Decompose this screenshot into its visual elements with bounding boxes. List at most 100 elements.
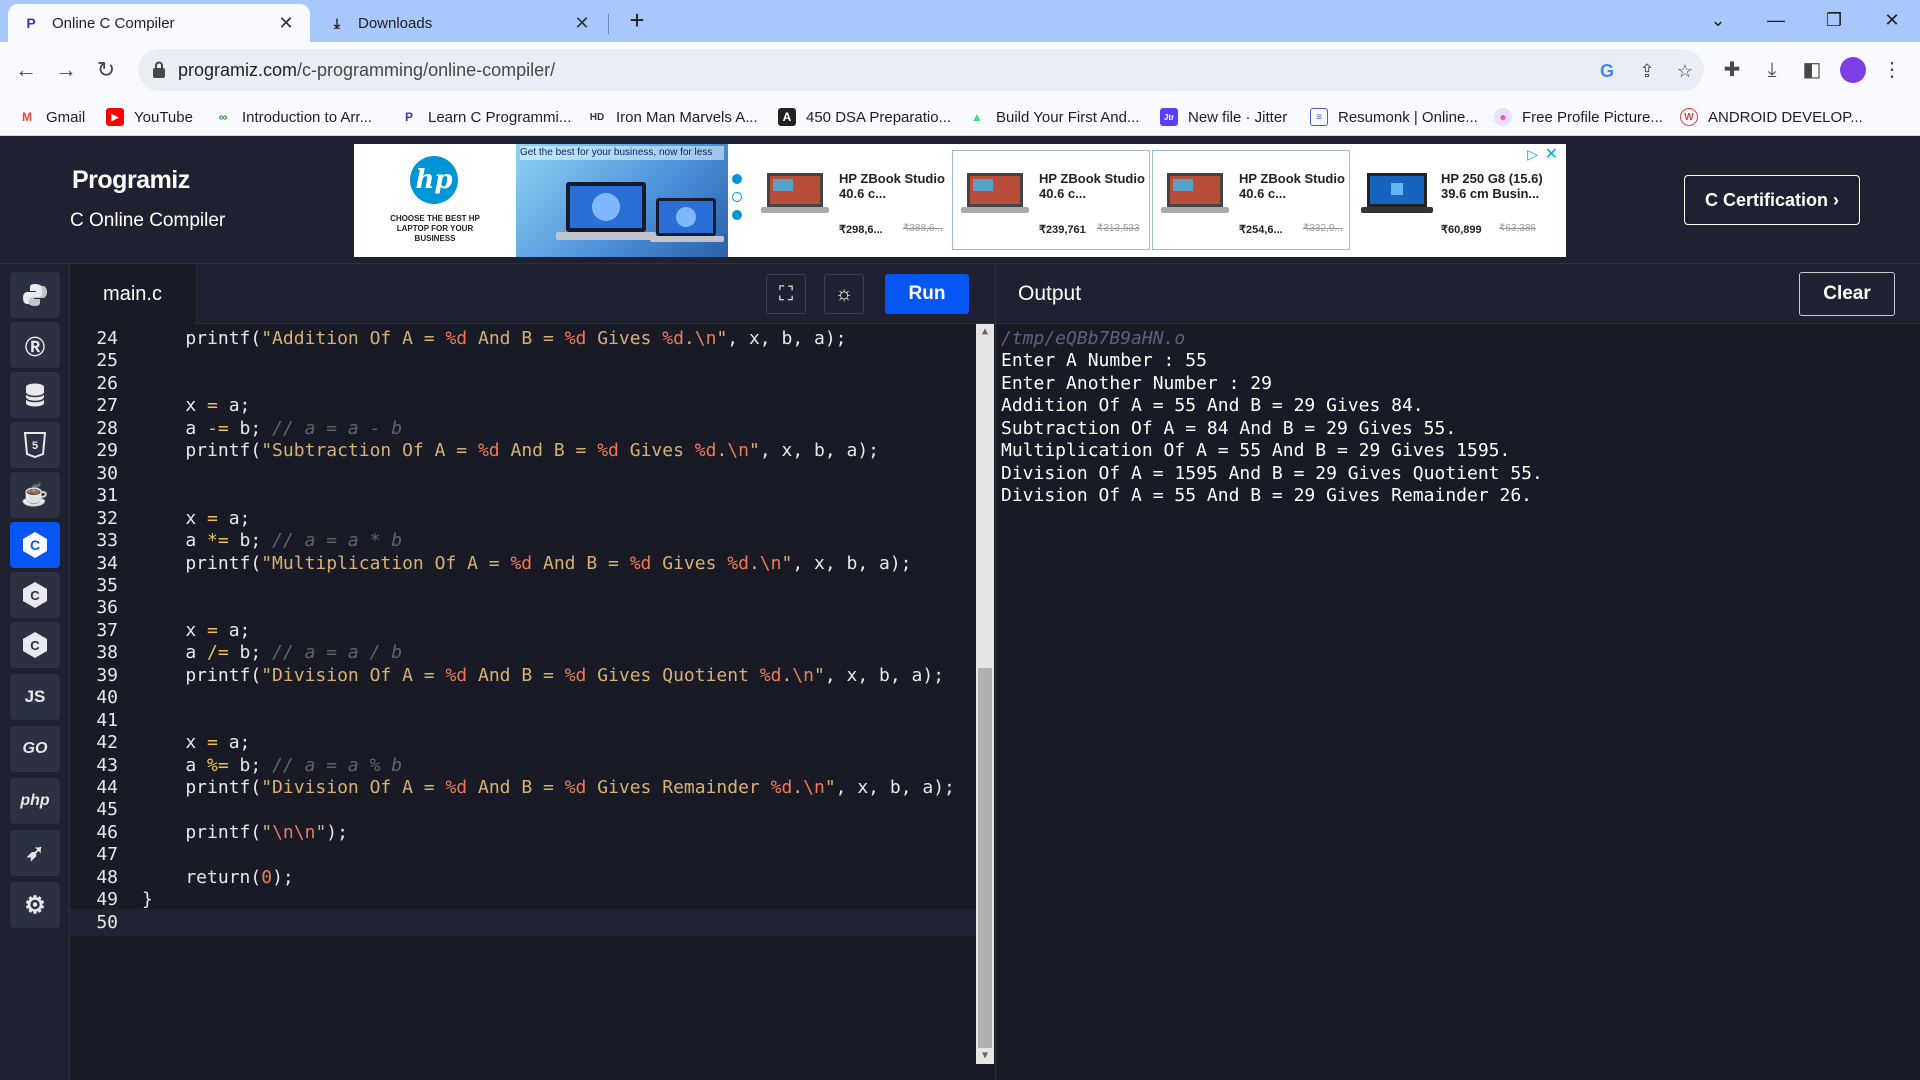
bookmark-label: 450 DSA Preparatio... bbox=[806, 108, 952, 126]
ad-product-card[interactable]: HP ZBook Studio 40.6 c... ₹254,6... ₹332… bbox=[1152, 150, 1350, 250]
gfg-icon: ∞ bbox=[218, 110, 228, 124]
extensions-icon[interactable]: ✚ bbox=[1716, 54, 1748, 86]
close-ad-icon[interactable]: ✕ bbox=[1545, 144, 1558, 164]
code-line[interactable]: 24 printf("Addition Of A = %d And B = %d… bbox=[70, 325, 980, 352]
adchoices-icon[interactable]: ▷ bbox=[1527, 146, 1538, 163]
tab-search-icon[interactable]: ⌄ bbox=[1690, 0, 1746, 42]
close-tab-icon[interactable]: ✕ bbox=[572, 13, 592, 34]
bookmark-450-dsa[interactable]: A 450 DSA Preparatio... bbox=[778, 106, 951, 128]
laptop-image bbox=[1161, 173, 1229, 213]
ad-product-card[interactable]: HP ZBook Studio 40.6 c... ₹298,6... ₹388… bbox=[752, 150, 950, 250]
bookmark-label: Introduction to Arr... bbox=[242, 108, 373, 126]
profile-avatar[interactable] bbox=[1840, 57, 1866, 83]
carousel-dot[interactable] bbox=[732, 210, 742, 220]
output-title: Output bbox=[1018, 282, 1082, 305]
clear-button[interactable]: Clear bbox=[1799, 272, 1895, 316]
bookmark-resumonk[interactable]: ≡ Resumonk | Online... bbox=[1310, 106, 1478, 128]
file-tab-main-c[interactable]: main.c bbox=[70, 264, 195, 324]
bookmark-android-dev[interactable]: W ANDROID DEVELOP... bbox=[1680, 106, 1863, 128]
csharp-icon[interactable]: C bbox=[10, 622, 60, 668]
ad-product-card[interactable]: HP ZBook Studio 40.6 c... ₹239,761 ₹313,… bbox=[952, 150, 1150, 250]
bookmark-jitter[interactable]: Jtr New file · Jitter bbox=[1160, 106, 1287, 128]
url-path: /c-programming/online-compiler/ bbox=[297, 60, 556, 80]
advertisement[interactable]: hp CHOOSE THE BEST HP LAPTOP FOR YOUR BU… bbox=[354, 144, 1566, 257]
tab-online-c-compiler[interactable]: P Online C Compiler ✕ bbox=[8, 4, 310, 42]
tab-title: Online C Compiler bbox=[52, 14, 175, 32]
ad-banner-text: Get the best for your business, now for … bbox=[520, 146, 724, 160]
menu-icon[interactable]: ⋮ bbox=[1876, 54, 1908, 86]
product-price: ₹254,6... bbox=[1239, 224, 1283, 236]
address-bar[interactable]: programiz.com/c-programming/online-compi… bbox=[138, 49, 1704, 91]
output-header: Output Clear bbox=[995, 264, 1920, 324]
laptop-image bbox=[761, 173, 829, 213]
theme-toggle-icon[interactable]: ☼ bbox=[824, 274, 864, 314]
cpp-icon[interactable]: C bbox=[10, 572, 60, 618]
reload-button[interactable]: ↻ bbox=[90, 54, 122, 86]
swift-icon[interactable]: ➶ bbox=[10, 830, 60, 876]
code-editor[interactable]: 50 49} 48 return(0); 47 46 printf("\n\n"); 45… bbox=[70, 324, 995, 1080]
bookmark-iron-man[interactable]: HD Iron Man Marvels A... bbox=[588, 106, 758, 128]
bookmark-build-android[interactable]: ▲ Build Your First And... bbox=[968, 106, 1139, 128]
carousel-dots[interactable] bbox=[732, 174, 744, 228]
bookmark-label: Build Your First And... bbox=[996, 108, 1140, 126]
code-text: a -= b; // a = a - b bbox=[142, 417, 403, 439]
ad-product-card[interactable]: HP 250 G8 (15.6) 39.6 cm Busin... ₹60,89… bbox=[1354, 150, 1552, 250]
sql-icon[interactable] bbox=[10, 372, 60, 418]
restore-button[interactable]: ❐ bbox=[1806, 0, 1862, 42]
c-icon[interactable]: C bbox=[10, 522, 60, 568]
downloads-icon[interactable]: ⤓ bbox=[1756, 54, 1788, 86]
r-icon[interactable]: Ⓡ bbox=[10, 322, 60, 368]
back-button[interactable]: ← bbox=[10, 54, 42, 86]
rust-icon[interactable]: ⚙ bbox=[10, 882, 60, 928]
url-host: programiz.com bbox=[178, 60, 298, 80]
tab-downloads[interactable]: ⤓ Downloads ✕ bbox=[314, 4, 606, 42]
carousel-dot[interactable] bbox=[732, 192, 742, 202]
share-icon[interactable]: ⇪ bbox=[1634, 58, 1660, 84]
go-icon[interactable]: GO bbox=[10, 726, 60, 772]
hp-logo: hp bbox=[410, 156, 458, 204]
editor-toolbar: main.c ⛶ ☼ Run bbox=[70, 264, 995, 324]
javascript-icon[interactable]: JS bbox=[10, 674, 60, 720]
jitter-icon: Jtr bbox=[1160, 108, 1178, 126]
python-icon[interactable] bbox=[10, 272, 60, 318]
logo-text: Programiz bbox=[72, 166, 190, 194]
laptop-image bbox=[961, 173, 1029, 213]
fullscreen-icon[interactable]: ⛶ bbox=[766, 274, 806, 314]
scroll-down-arrow[interactable]: ▼ bbox=[976, 1048, 994, 1064]
editor-scrollbar-thumb[interactable] bbox=[978, 668, 992, 1048]
code-text: a *= b; // a = a * b bbox=[142, 530, 403, 552]
google-lens-icon[interactable]: G bbox=[1594, 58, 1620, 84]
bookmark-free-profile[interactable]: ● Free Profile Picture... bbox=[1494, 106, 1663, 128]
close-tab-icon[interactable]: ✕ bbox=[276, 13, 296, 34]
java-icon[interactable]: ☕ bbox=[10, 472, 60, 518]
code-text: return(0); bbox=[142, 866, 294, 888]
code-text: a /= b; // a = a / b bbox=[142, 642, 403, 664]
output-console[interactable]: /tmp/eQBb7B9aHN.o Enter A Number : 55 Ente… bbox=[995, 324, 1920, 1080]
hp-ad-brand: hp CHOOSE THE BEST HP LAPTOP FOR YOUR BU… bbox=[354, 144, 516, 257]
youtube-icon: ▶ bbox=[106, 108, 124, 126]
ad-banner-image[interactable]: Get the best for your business, now for … bbox=[516, 144, 728, 257]
profile-pic-icon: ● bbox=[1494, 108, 1512, 126]
c-certification-button[interactable]: C Certification › bbox=[1684, 175, 1860, 225]
close-window-button[interactable]: ✕ bbox=[1864, 0, 1920, 42]
scroll-up-arrow[interactable]: ▲ bbox=[976, 324, 994, 340]
bookmark-learn-c[interactable]: P Learn C Programmi... bbox=[400, 106, 571, 128]
bookmark-star-icon[interactable]: ☆ bbox=[1672, 58, 1698, 84]
html5-icon[interactable]: 5 bbox=[10, 422, 60, 468]
bookmark-introduction[interactable]: ∞ Introduction to Arr... bbox=[214, 106, 372, 128]
forward-button[interactable]: → bbox=[50, 54, 82, 86]
product-old-price: ₹63,386 bbox=[1499, 223, 1536, 234]
bookmark-gmail[interactable]: M Gmail bbox=[18, 106, 85, 128]
side-panel-icon[interactable]: ◧ bbox=[1796, 54, 1828, 86]
bookmark-youtube[interactable]: ▶ YouTube bbox=[106, 106, 193, 128]
product-name: HP ZBook Studio 40.6 c... bbox=[1239, 171, 1345, 201]
php-icon[interactable]: php bbox=[10, 778, 60, 824]
svg-text:C: C bbox=[30, 588, 40, 603]
run-button[interactable]: Run bbox=[885, 274, 969, 314]
programiz-favicon-icon: P bbox=[26, 15, 36, 31]
carousel-dot[interactable] bbox=[732, 174, 742, 184]
programiz-logo[interactable]: Programiz bbox=[72, 166, 190, 195]
bookmark-label: Gmail bbox=[46, 108, 86, 126]
new-tab-button[interactable]: + bbox=[622, 6, 652, 36]
minimize-button[interactable]: — bbox=[1748, 0, 1804, 42]
